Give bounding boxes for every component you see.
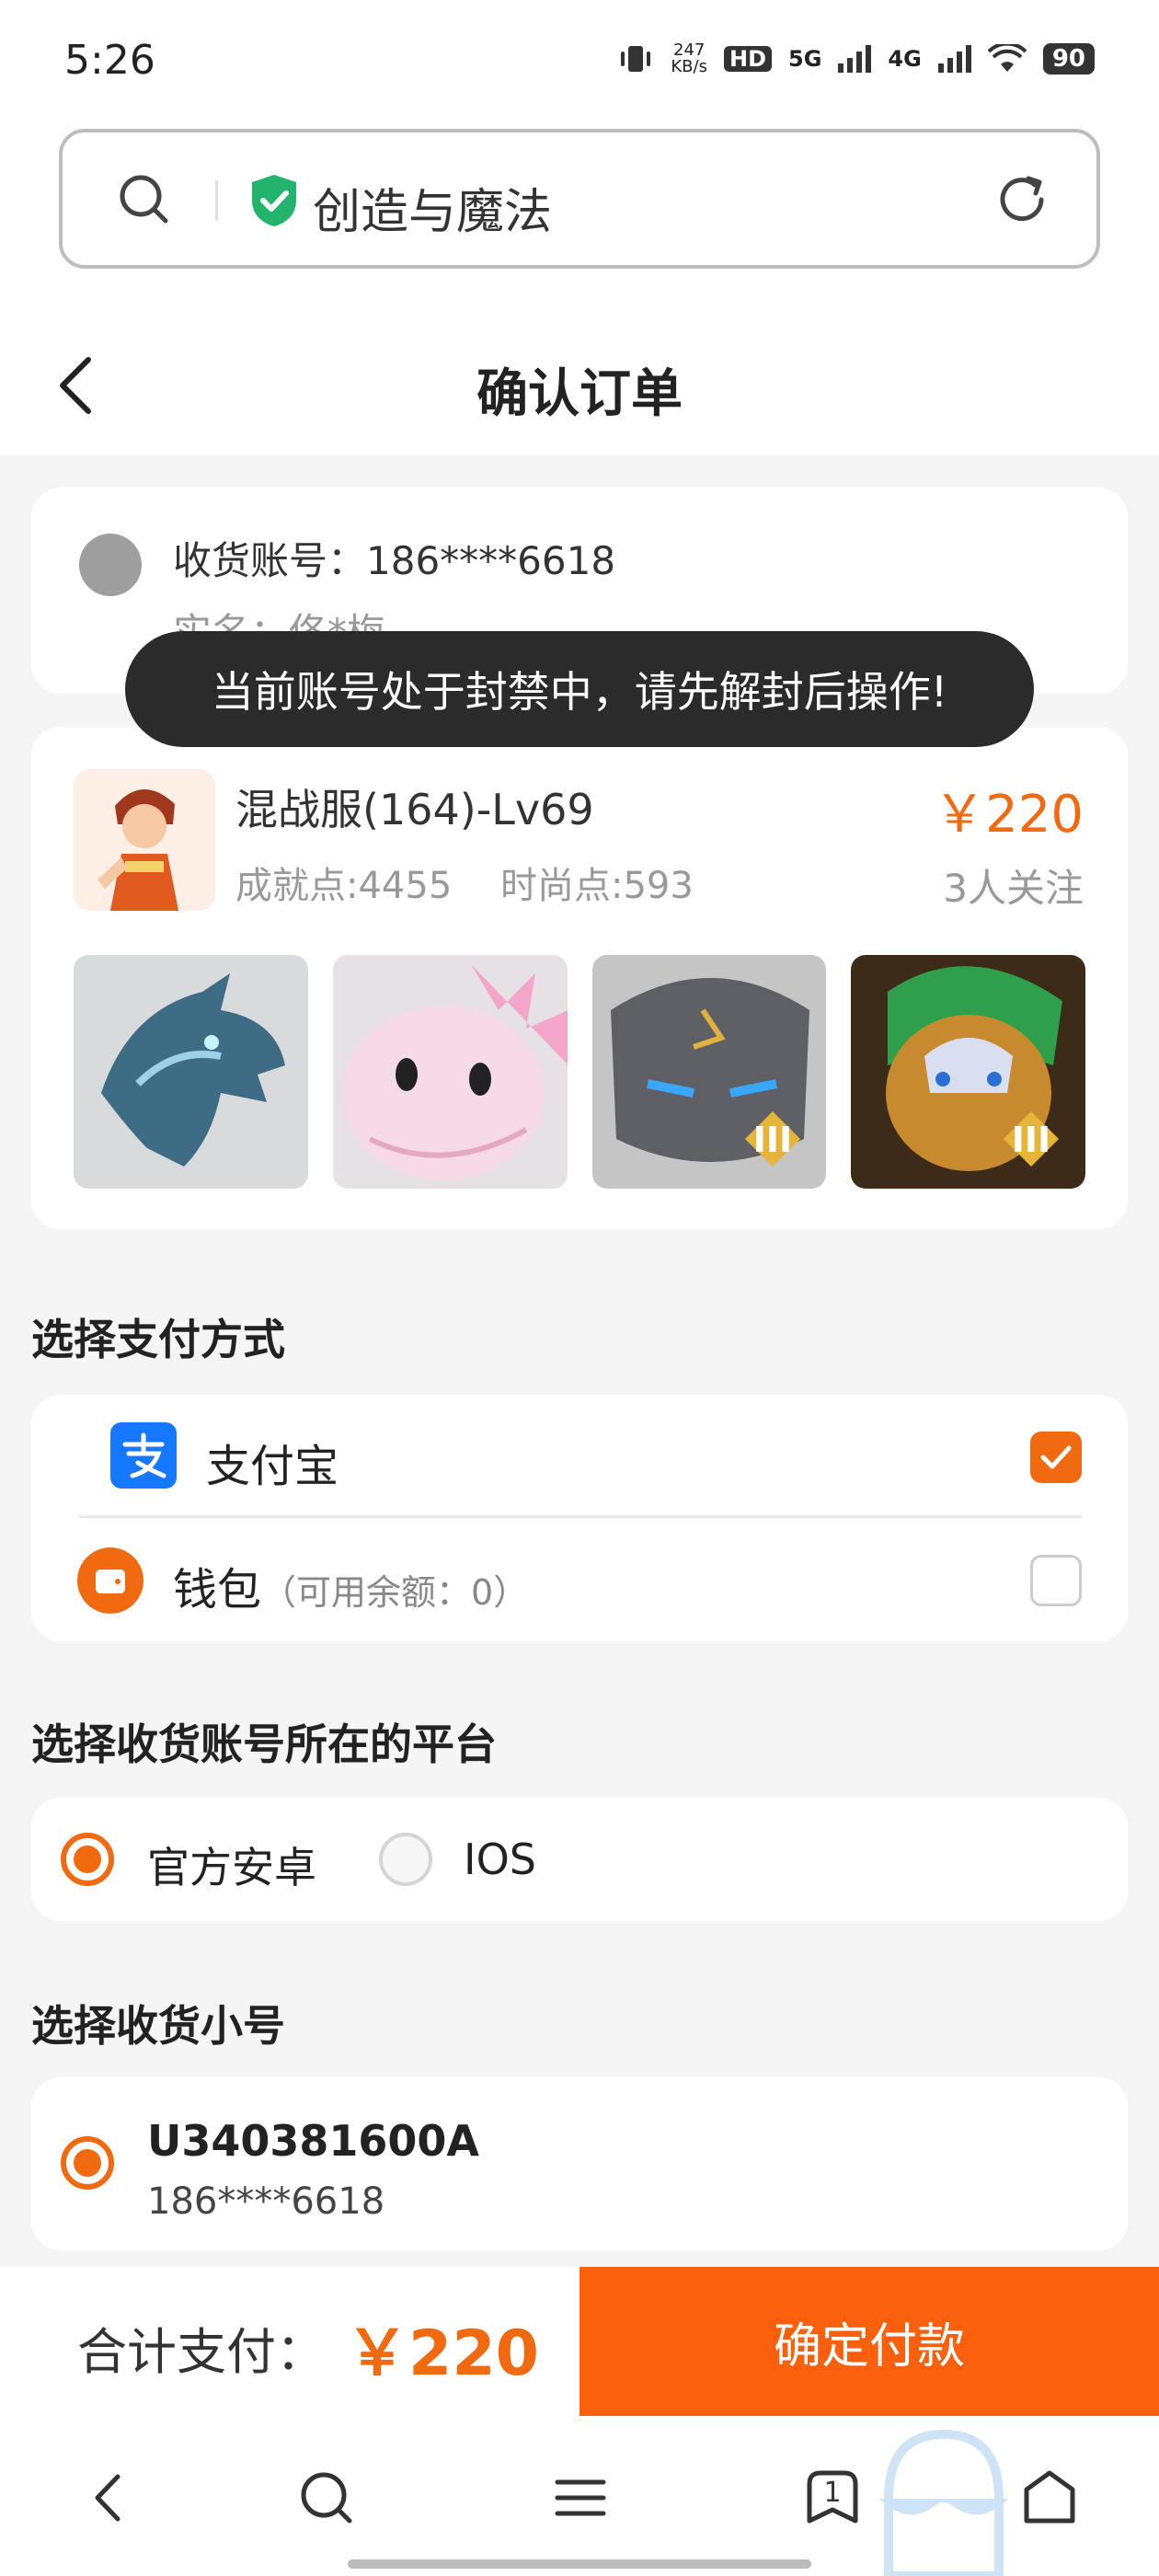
wallet-balance: （可用余额：0） bbox=[261, 1572, 529, 1613]
browser-nav-bar: 1 bbox=[0, 2416, 1159, 2576]
wallet-checkbox[interactable] bbox=[1030, 1555, 1082, 1606]
radio-ios[interactable] bbox=[379, 1833, 432, 1886]
payment-section-title: 选择支付方式 bbox=[31, 1315, 285, 1364]
tier-badge-text-1: III bbox=[752, 1120, 791, 1160]
status-bar: 5:26 247 KB/s HD 5G 4G 90 bbox=[0, 0, 1159, 120]
tabs-count: 1 bbox=[823, 2477, 842, 2509]
pay-bar: 合计支付： ￥220 确定付款 bbox=[0, 2267, 1159, 2416]
security-shield-icon bbox=[252, 175, 296, 226]
payment-option-alipay[interactable]: 支付宝 bbox=[79, 1395, 1082, 1518]
page-title: 确认订单 bbox=[476, 364, 683, 424]
mascot-decoration-icon bbox=[879, 2429, 1008, 2576]
sub-account-id: U340381600A bbox=[147, 2116, 480, 2166]
platform-card: 官方安卓 IOS bbox=[31, 1798, 1128, 1921]
net-speed-unit: KB/s bbox=[671, 57, 707, 76]
sub-account-section-title: 选择收货小号 bbox=[31, 2001, 285, 2051]
alipay-icon bbox=[110, 1422, 177, 1489]
wifi-icon bbox=[987, 44, 1027, 72]
check-icon bbox=[1040, 1445, 1072, 1469]
game-account-card[interactable]: 混战服(164)-Lv69 成就点:4455 时尚点:593 ￥220 3人关注 bbox=[31, 727, 1128, 1229]
page-header: 确认订单 bbox=[0, 308, 1159, 455]
net-speed: 247 KB/s bbox=[671, 42, 707, 75]
status-time: 5:26 bbox=[64, 37, 155, 84]
sub-account-phone: 186****6618 bbox=[147, 2180, 385, 2223]
radio-sub-account[interactable] bbox=[61, 2136, 114, 2190]
fashion-points: 时尚点:593 bbox=[500, 865, 694, 907]
battery-indicator: 90 bbox=[1042, 43, 1095, 75]
pet-stone-golem[interactable]: III bbox=[591, 955, 827, 1189]
payment-option-wallet[interactable]: 钱包（可用余额：0） bbox=[31, 1518, 1128, 1641]
site-title[interactable]: 创造与魔法 bbox=[313, 173, 552, 242]
platform-android-label[interactable]: 官方安卓 bbox=[147, 1834, 316, 1895]
platform-ios-label[interactable]: IOS bbox=[464, 1834, 536, 1884]
payment-card: 支付宝 钱包（可用余额：0） bbox=[31, 1395, 1128, 1641]
sub-account-card[interactable]: U340381600A 186****6618 bbox=[31, 2077, 1128, 2250]
pet-pink-axolotl[interactable] bbox=[332, 955, 568, 1189]
tier-badge-text-2: III bbox=[1012, 1120, 1050, 1160]
address-divider bbox=[215, 180, 218, 221]
address-bar[interactable]: 创造与魔法 bbox=[59, 129, 1100, 269]
wallet-label-text: 钱包 bbox=[173, 1564, 262, 1616]
alipay-checkbox[interactable] bbox=[1030, 1432, 1082, 1483]
pet-ice-dragon[interactable] bbox=[74, 955, 308, 1189]
pet-lion-warrior[interactable]: III bbox=[851, 955, 1085, 1189]
search-icon[interactable] bbox=[116, 171, 171, 226]
confirm-pay-button[interactable]: 确定付款 bbox=[580, 2267, 1159, 2416]
signal-4g: 4G bbox=[888, 46, 922, 72]
alipay-label: 支付宝 bbox=[206, 1441, 339, 1492]
browser-address-area: 创造与魔法 bbox=[0, 120, 1159, 308]
wallet-label: 钱包（可用余额：0） bbox=[173, 1553, 528, 1617]
ban-toast: 当前账号处于封禁中，请先解封后操作! bbox=[125, 631, 1034, 747]
nav-search-icon[interactable] bbox=[294, 2466, 359, 2530]
nav-tabs-button[interactable]: 1 bbox=[800, 2466, 865, 2530]
order-confirm-page: 5:26 247 KB/s HD 5G 4G 90 创造与魔法 确认订单 收货账… bbox=[0, 0, 1159, 2576]
receiving-account: 收货账号：186****6618 bbox=[173, 538, 616, 583]
nav-menu-icon[interactable] bbox=[548, 2466, 613, 2530]
radio-android[interactable] bbox=[61, 1833, 114, 1886]
character-image bbox=[74, 769, 215, 911]
signal-bars-icon-2 bbox=[937, 45, 971, 73]
wallet-icon bbox=[77, 1547, 143, 1614]
game-server-name: 混战服(164)-Lv69 bbox=[235, 785, 594, 834]
signal-5g: 5G bbox=[788, 46, 822, 72]
total-amount: ￥220 bbox=[346, 2317, 539, 2390]
signal-bars-icon bbox=[838, 45, 872, 73]
follower-count: 3人关注 bbox=[943, 866, 1084, 911]
nav-home-icon[interactable] bbox=[1017, 2466, 1082, 2530]
avatar bbox=[79, 534, 142, 596]
nav-back-icon[interactable] bbox=[77, 2466, 142, 2530]
achievement-points: 成就点:4455 bbox=[235, 865, 453, 907]
refresh-icon[interactable] bbox=[993, 171, 1050, 228]
item-price: ￥220 bbox=[934, 785, 1084, 845]
vibrate-icon bbox=[621, 46, 651, 72]
total-label: 合计支付： bbox=[77, 2323, 326, 2381]
character-thumbnail bbox=[74, 769, 215, 911]
pet-gallery: III III bbox=[74, 955, 1085, 1189]
platform-section-title: 选择收货账号所在的平台 bbox=[31, 1719, 497, 1769]
hd-badge: HD bbox=[723, 46, 772, 72]
status-icons: 247 KB/s HD 5G 4G 90 bbox=[617, 40, 1095, 77]
home-indicator[interactable] bbox=[348, 2559, 811, 2569]
